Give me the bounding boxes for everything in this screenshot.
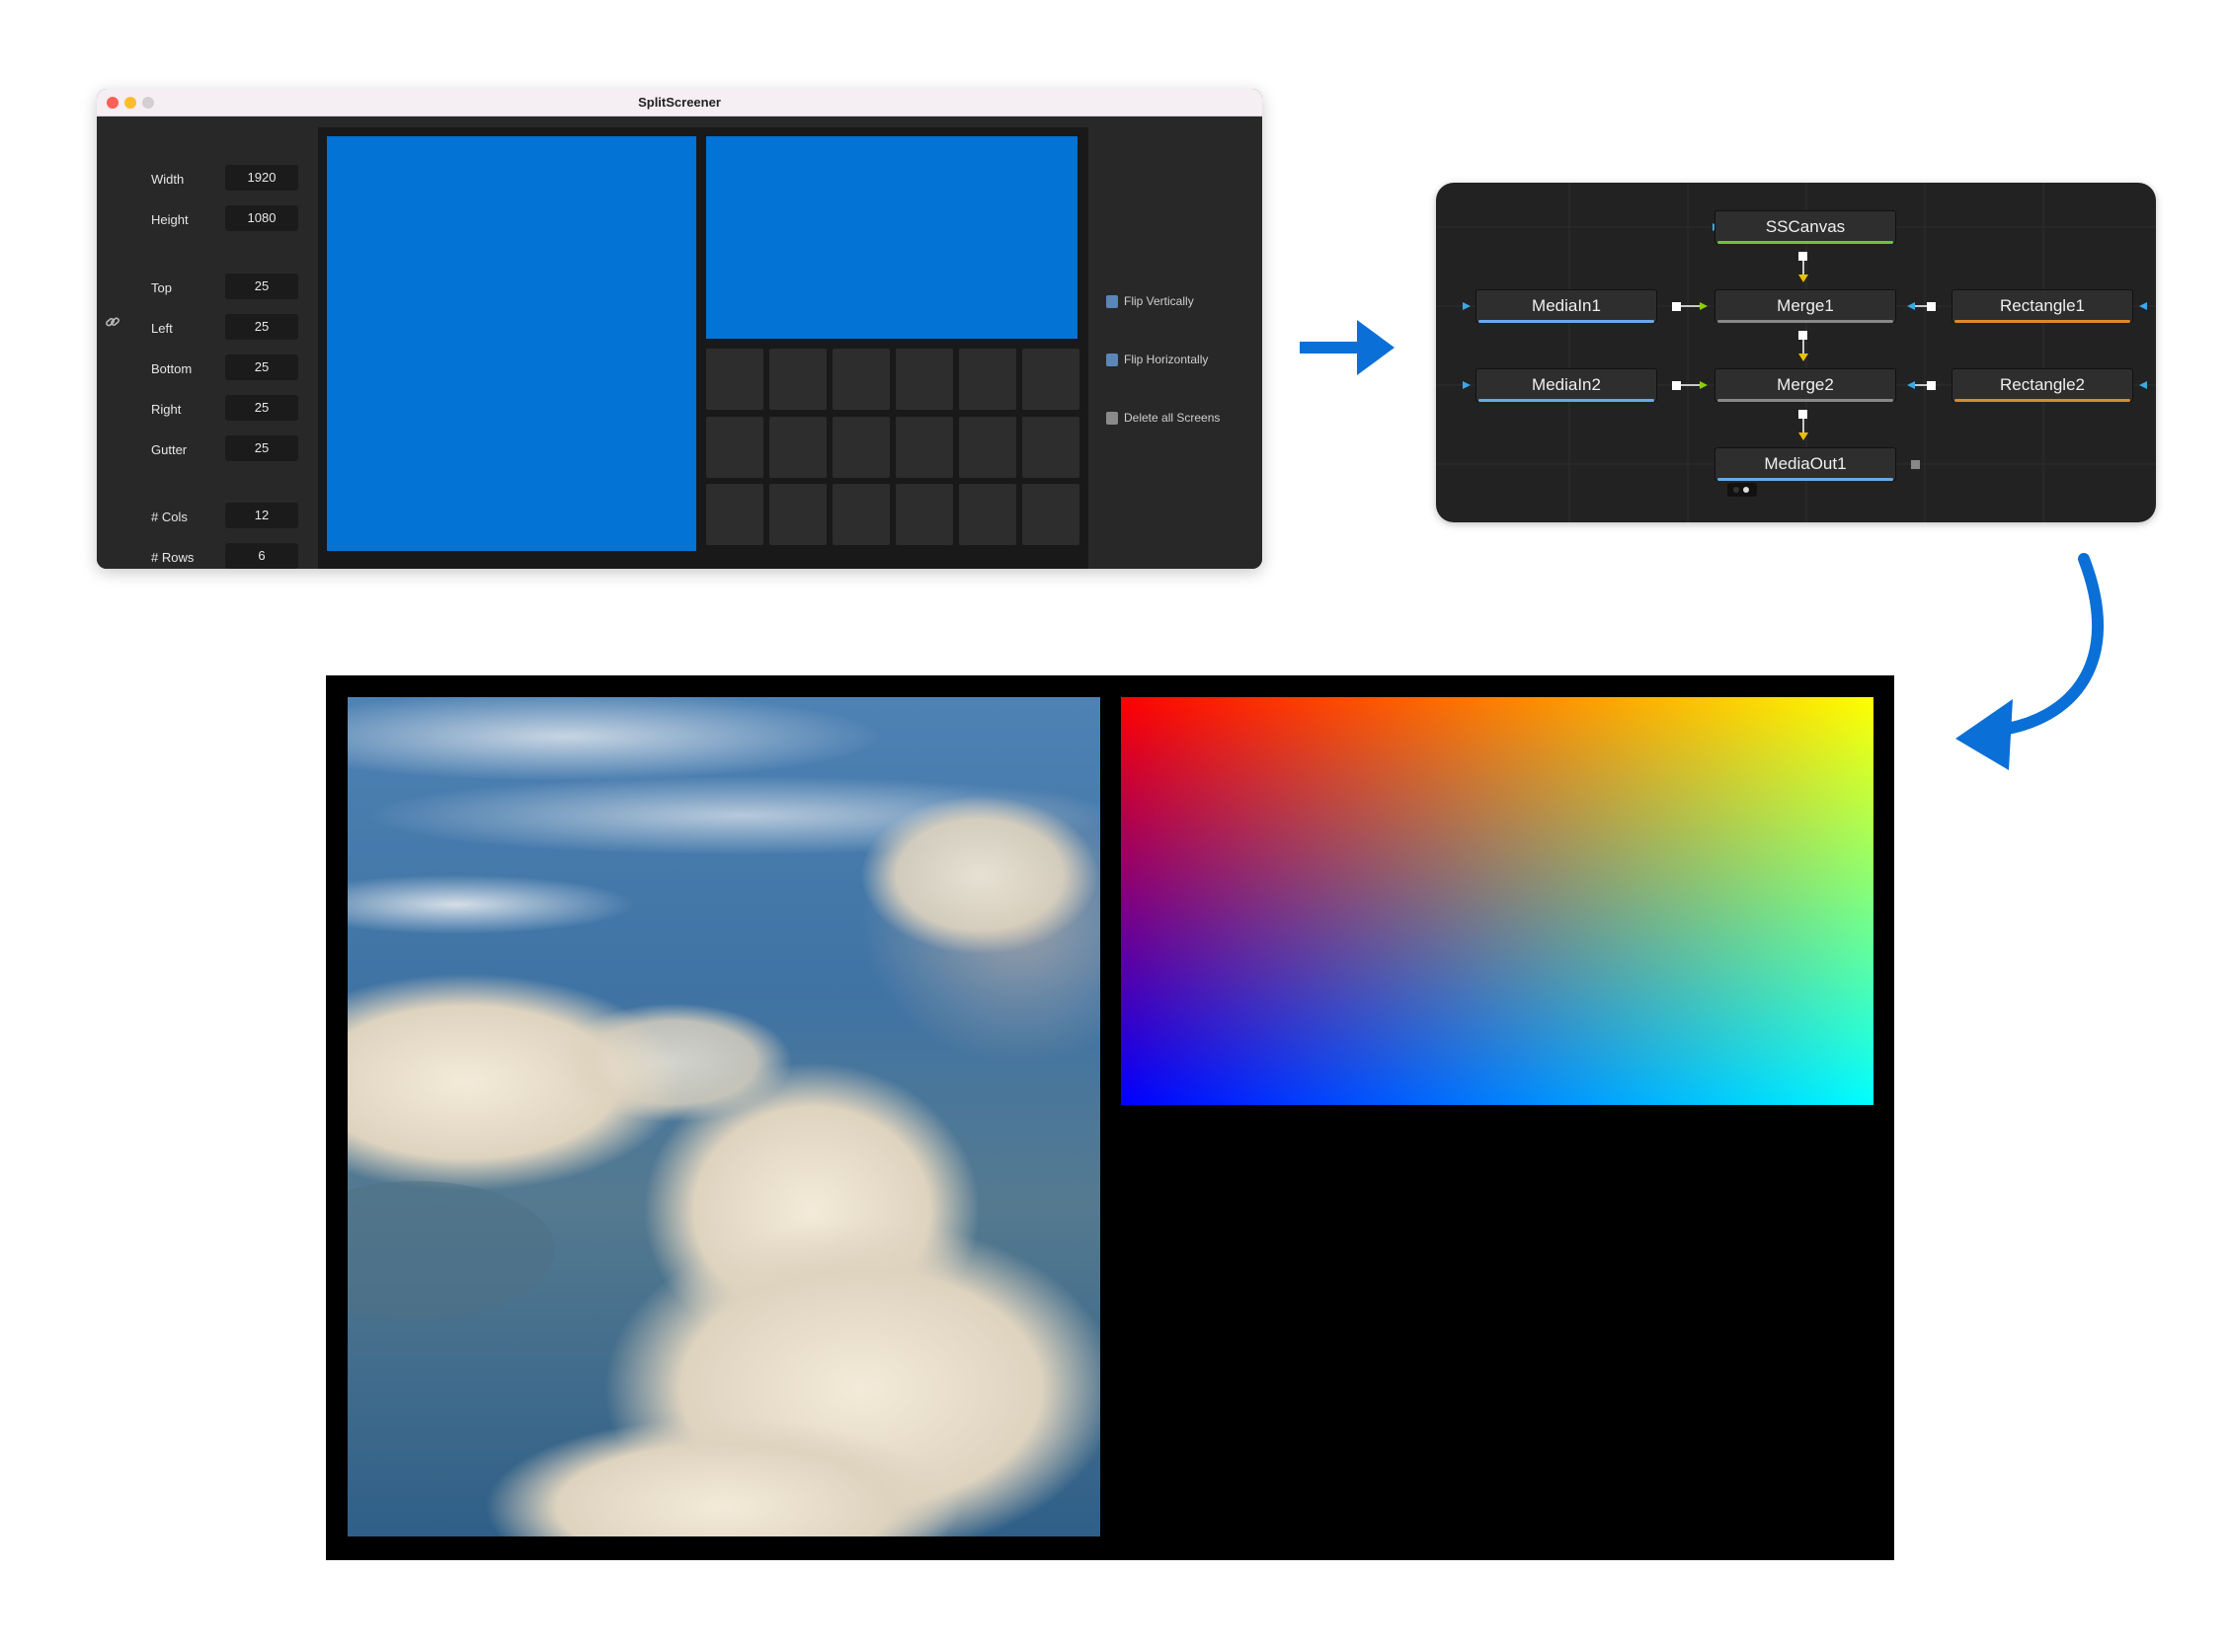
grid-cell[interactable]	[959, 349, 1016, 410]
cols-label: # Cols	[151, 510, 188, 524]
output-preview	[326, 675, 1894, 1560]
node-graph[interactable]: SSCanvas MediaIn1 Merge1 Rectangle1 Medi…	[1436, 183, 2156, 522]
grid-cell[interactable]	[706, 484, 763, 545]
grid-cell[interactable]	[769, 416, 827, 478]
node-mediain1[interactable]: MediaIn1	[1475, 289, 1657, 323]
node-merge1[interactable]: Merge1	[1714, 289, 1896, 323]
gutter-field[interactable]: 25	[225, 435, 298, 461]
grid-cell[interactable]	[1022, 349, 1079, 410]
bottom-label: Bottom	[151, 361, 193, 376]
node-label: SSCanvas	[1765, 217, 1846, 236]
flip-vertically-button[interactable]: Flip Vertically	[1106, 294, 1194, 308]
top-label: Top	[151, 280, 172, 295]
link-icon[interactable]	[105, 314, 120, 330]
grid-cell[interactable]	[769, 349, 827, 410]
node-label: Rectangle1	[1999, 296, 2085, 315]
left-field[interactable]: 25	[225, 314, 298, 340]
gradient-rectangle	[1121, 697, 1873, 1105]
curved-arrow-icon	[1955, 553, 2105, 770]
grid-cell[interactable]	[896, 416, 953, 478]
node-accent	[1717, 399, 1893, 402]
width-label: Width	[151, 172, 185, 187]
delete-all-screens-label: Delete all Screens	[1124, 411, 1221, 425]
title-bar: SplitScreener	[97, 89, 1262, 117]
arrow-right-icon	[1300, 320, 1394, 375]
node-label: MediaOut1	[1764, 454, 1847, 473]
flip-vertical-icon	[1106, 294, 1118, 308]
grid-cell[interactable]	[706, 349, 763, 410]
screen-left[interactable]	[327, 136, 696, 551]
node-sscanvas[interactable]: SSCanvas	[1714, 210, 1896, 244]
width-field[interactable]: 1920	[225, 165, 298, 191]
node-rectangle1[interactable]: Rectangle1	[1952, 289, 2133, 323]
node-label: Merge2	[1777, 375, 1834, 394]
right-field[interactable]: 25	[225, 395, 298, 421]
window-body: Width 1920 Height 1080 Top 25 Left 25 Bo…	[97, 117, 1262, 569]
node-label: MediaIn2	[1532, 375, 1601, 394]
rows-label: # Rows	[151, 550, 195, 565]
flip-vertically-label: Flip Vertically	[1124, 294, 1194, 308]
node-accent	[1478, 320, 1654, 323]
delete-all-screens-button[interactable]: Delete all Screens	[1106, 411, 1220, 425]
rows-field[interactable]: 6	[225, 543, 298, 569]
flip-horizontally-button[interactable]: Flip Horizontally	[1106, 353, 1208, 366]
node-mediain2[interactable]: MediaIn2	[1475, 368, 1657, 402]
node-rectangle2[interactable]: Rectangle2	[1952, 368, 2133, 402]
node-label: Merge1	[1777, 296, 1834, 315]
top-field[interactable]: 25	[225, 274, 298, 299]
grid-cell[interactable]	[706, 416, 763, 478]
node-accent	[1954, 320, 2130, 323]
node-mediaout1[interactable]: MediaOut1	[1714, 447, 1896, 481]
grid-cell[interactable]	[833, 416, 890, 478]
layout-canvas[interactable]	[318, 127, 1088, 569]
trash-icon	[1106, 411, 1118, 425]
grid-cell[interactable]	[896, 349, 953, 410]
height-label: Height	[151, 212, 189, 227]
gutter-label: Gutter	[151, 442, 188, 457]
flip-horizontal-icon	[1106, 353, 1118, 366]
node-accent	[1717, 320, 1893, 323]
grid-cell[interactable]	[833, 484, 890, 545]
grid-cell[interactable]	[1022, 416, 1079, 478]
grid-cell[interactable]	[769, 484, 827, 545]
node-accent	[1717, 478, 1893, 481]
flip-horizontally-label: Flip Horizontally	[1124, 353, 1209, 366]
node-merge2[interactable]: Merge2	[1714, 368, 1896, 402]
cols-field[interactable]: 12	[225, 503, 298, 528]
window-title: SplitScreener	[638, 95, 721, 110]
grid-cell[interactable]	[1022, 484, 1079, 545]
node-accent	[1954, 399, 2130, 402]
node-accent	[1717, 241, 1893, 244]
node-label: MediaIn1	[1532, 296, 1601, 315]
right-label: Right	[151, 402, 182, 417]
grid-cell[interactable]	[959, 484, 1016, 545]
grid-cell[interactable]	[959, 416, 1016, 478]
left-label: Left	[151, 321, 173, 336]
node-label: Rectangle2	[1999, 375, 2085, 394]
bottom-field[interactable]: 25	[225, 354, 298, 380]
screen-top-right[interactable]	[706, 136, 1077, 339]
splitscreener-window: SplitScreener Width 1920 Height 1080 Top…	[97, 89, 1262, 569]
sky-clouds-image	[348, 697, 1100, 1536]
grid-cell[interactable]	[896, 484, 953, 545]
grid-cell[interactable]	[833, 349, 890, 410]
node-accent	[1478, 399, 1654, 402]
height-field[interactable]: 1080	[225, 205, 298, 231]
